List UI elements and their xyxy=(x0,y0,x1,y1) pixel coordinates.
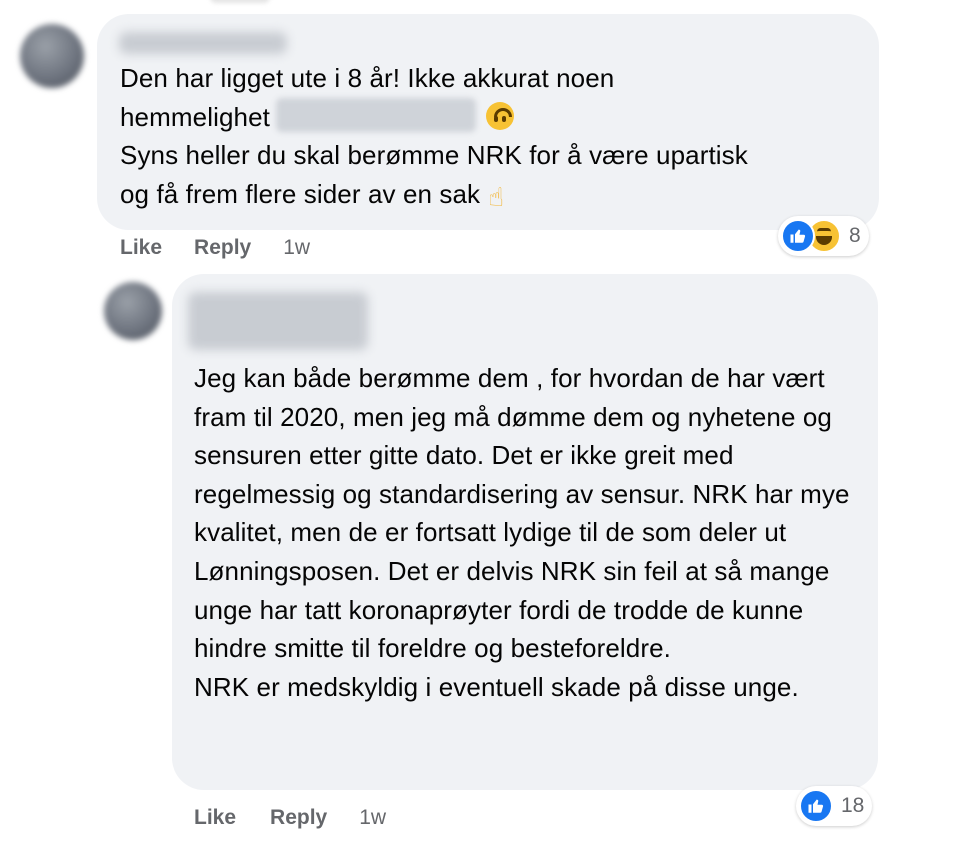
like-icon xyxy=(799,789,833,823)
avatar[interactable] xyxy=(104,282,162,340)
previous-comment-fragment xyxy=(210,0,270,3)
comment-line: og få frem flere sider av en sak ☝ xyxy=(120,175,860,217)
comment-bubble: Den har ligget ute i 8 år! Ikke akkurat … xyxy=(97,14,879,230)
comment-line: Syns heller du skal berømme NRK for å væ… xyxy=(120,140,748,171)
author-name-redacted[interactable] xyxy=(119,32,287,54)
like-button[interactable]: Like xyxy=(194,806,236,830)
comment-paragraph: NRK er medskyldig i eventuell skade på d… xyxy=(194,671,799,702)
reply-button[interactable]: Reply xyxy=(270,806,327,830)
upside-down-face-emoji xyxy=(485,101,514,130)
reaction-summary[interactable]: 8 xyxy=(778,216,869,256)
like-icon xyxy=(781,219,815,253)
reaction-count: 8 xyxy=(849,224,861,247)
comment-text: Jeg kan både berømme dem , for hvordan d… xyxy=(194,359,864,706)
comment-line: hemmelighet xyxy=(120,97,860,137)
timestamp[interactable]: 1w xyxy=(283,236,310,260)
reaction-count: 18 xyxy=(841,794,865,817)
avatar[interactable] xyxy=(20,24,84,88)
comment-line: Den har ligget ute i 8 år! Ikke akkurat … xyxy=(120,63,615,93)
comment-bubble: Jeg kan både berømme dem , for hvordan d… xyxy=(172,274,878,790)
comment-line-text: og få frem flere sider av en sak xyxy=(120,178,481,209)
reaction-summary[interactable]: 18 xyxy=(796,786,873,826)
timestamp[interactable]: 1w xyxy=(359,806,386,830)
comment-actions: Like Reply 1w xyxy=(120,236,310,260)
comment-text: Den har ligget ute i 8 år! Ikke akkurat … xyxy=(120,59,860,216)
like-button[interactable]: Like xyxy=(120,236,162,260)
reply-button[interactable]: Reply xyxy=(194,236,251,260)
thumbs-up-emoji: ☝ xyxy=(488,181,505,212)
comment-actions: Like Reply 1w xyxy=(194,806,386,830)
author-name-redacted[interactable] xyxy=(188,292,368,350)
redacted-mention xyxy=(275,97,476,132)
comment-paragraph: Jeg kan både berømme dem , for hvordan d… xyxy=(194,363,850,664)
comment-line-text: hemmelighet xyxy=(120,101,270,132)
